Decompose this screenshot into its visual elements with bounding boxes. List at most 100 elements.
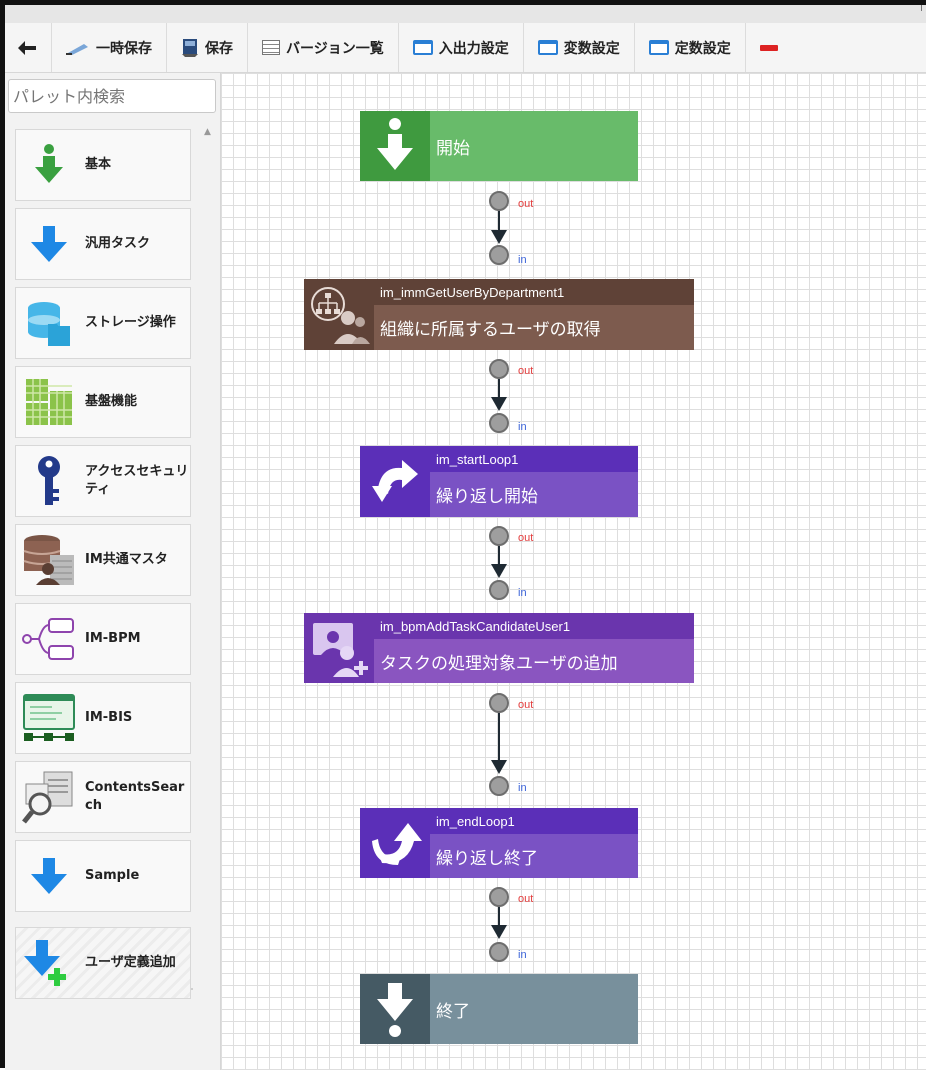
connector-arrow-icon	[491, 564, 507, 578]
palette-item-label: 基本	[85, 157, 112, 172]
end-arrow-icon	[360, 974, 430, 1044]
down-arrow-green-icon	[21, 137, 77, 193]
connector-arrow-icon	[491, 230, 507, 244]
window-icon	[412, 40, 433, 55]
port-out-label: out	[518, 365, 534, 377]
window-icon	[648, 40, 669, 55]
port-out[interactable]	[489, 693, 509, 713]
port-in-label: in	[518, 254, 527, 266]
io-settings-label: 入出力設定	[438, 40, 509, 57]
node-id: im_endLoop1	[430, 808, 638, 834]
palette-item-label: 汎用タスク	[85, 236, 151, 251]
palette-item-platform[interactable]: 基盤機能	[15, 366, 191, 438]
variable-settings-label: 変数設定	[563, 40, 620, 57]
save-icon	[182, 38, 198, 57]
connector-line[interactable]	[498, 546, 500, 565]
database-user-icon	[21, 532, 77, 588]
node-end[interactable]: 終了	[360, 974, 638, 1044]
node-add-task-candidate-user[interactable]: im_bpmAddTaskCandidateUser1 タスクの処理対象ユーザの…	[304, 613, 694, 683]
bpm-flow-icon	[21, 611, 77, 667]
palette-item-label: 基盤機能	[85, 394, 138, 409]
node-start[interactable]: 開始	[360, 111, 638, 181]
node-name: タスクの処理対象ユーザの追加	[380, 653, 618, 674]
port-out[interactable]	[489, 887, 509, 907]
connector-line[interactable]	[498, 713, 500, 761]
flow-canvas[interactable]: 開始 out in im_immGetUserByDepartment1 組織に…	[221, 73, 926, 1070]
save-button[interactable]: 保存	[167, 23, 248, 72]
node-get-user-by-department[interactable]: im_immGetUserByDepartment1 組織に所属するユーザの取得	[304, 279, 694, 350]
node-start-loop[interactable]: im_startLoop1 繰り返し開始	[360, 446, 638, 517]
port-out-label: out	[518, 699, 534, 711]
port-in[interactable]	[489, 580, 509, 600]
back-button[interactable]	[5, 23, 52, 72]
palette-item-label: IM-BPM	[85, 631, 141, 646]
user-add-icon	[304, 613, 374, 683]
node-id: im_startLoop1	[430, 446, 638, 472]
palette-item-user-defined[interactable]: ユーザ定義追加	[15, 927, 191, 999]
window-top-strip	[5, 5, 926, 23]
connector-line[interactable]	[498, 379, 500, 398]
port-in-label: in	[518, 421, 527, 433]
palette-item-label: ユーザ定義追加	[85, 955, 176, 970]
connector-arrow-icon	[491, 760, 507, 774]
temp-save-button[interactable]: 一時保存	[52, 23, 167, 72]
loop-start-icon	[360, 446, 430, 517]
palette-item-basic[interactable]: 基本	[15, 129, 191, 201]
connector-line[interactable]	[498, 211, 500, 231]
port-in[interactable]	[489, 776, 509, 796]
palette-item-sample[interactable]: Sample	[15, 840, 191, 912]
port-in-label: in	[518, 949, 527, 961]
port-out-label: out	[518, 532, 534, 544]
node-name: 繰り返し開始	[436, 487, 538, 507]
node-name: 繰り返し終了	[436, 848, 538, 869]
node-name: 終了	[436, 1001, 470, 1022]
list-icon	[262, 40, 280, 55]
connector-line[interactable]	[498, 907, 500, 926]
variable-settings-button[interactable]: 変数設定	[524, 23, 635, 72]
node-id: im_immGetUserByDepartment1	[374, 279, 694, 305]
io-settings-button[interactable]: 入出力設定	[399, 23, 524, 72]
palette-item-general-task[interactable]: 汎用タスク	[15, 208, 191, 280]
node-end-loop[interactable]: im_endLoop1 繰り返し終了	[360, 808, 638, 878]
version-list-button[interactable]: バージョン一覧	[248, 23, 399, 72]
delete-button[interactable]	[746, 23, 792, 72]
palette-search-input[interactable]	[8, 79, 216, 113]
palette-item-label: ContentsSearch	[85, 780, 185, 813]
palette-item-im-bpm[interactable]: IM-BPM	[15, 603, 191, 675]
app-window: 一時保存 保存 バージョン一覧 入出力設定 変数設定 定数設定 パレット内検索 …	[0, 0, 926, 1070]
loop-end-icon	[360, 808, 430, 878]
palette-item-label: ストレージ操作	[85, 315, 176, 330]
pen-icon	[66, 43, 88, 55]
start-arrow-icon	[360, 111, 430, 181]
port-out-label: out	[518, 198, 534, 210]
palette-item-label: アクセスセキュリティ	[85, 464, 189, 497]
port-in-label: in	[518, 782, 527, 794]
port-out[interactable]	[489, 526, 509, 546]
palette-item-access-security[interactable]: アクセスセキュリティ	[15, 445, 191, 517]
palette-item-label: Sample	[85, 868, 140, 883]
key-icon	[21, 453, 77, 509]
port-out-label: out	[518, 893, 534, 905]
down-arrow-blue-icon	[21, 216, 77, 272]
search-document-icon	[21, 769, 77, 825]
port-in[interactable]	[489, 942, 509, 962]
palette-item-im-common-master[interactable]: IM共通マスタ	[15, 524, 191, 596]
port-out[interactable]	[489, 359, 509, 379]
palette-item-im-bis[interactable]: IM-BIS	[15, 682, 191, 754]
bis-window-icon	[21, 690, 77, 746]
port-in-label: in	[518, 587, 527, 599]
back-arrow-icon	[18, 40, 36, 55]
scroll-up-icon[interactable]: ▲	[204, 127, 211, 137]
constant-settings-button[interactable]: 定数設定	[635, 23, 746, 72]
org-users-icon	[304, 279, 374, 350]
window-icon	[537, 40, 558, 55]
palette-item-label: IM共通マスタ	[85, 552, 168, 567]
constant-settings-label: 定数設定	[674, 40, 731, 57]
port-in[interactable]	[489, 413, 509, 433]
save-label: 保存	[205, 40, 233, 57]
palette-item-contents-search[interactable]: ContentsSearch	[15, 761, 191, 833]
toolbar: 一時保存 保存 バージョン一覧 入出力設定 変数設定 定数設定	[5, 23, 926, 73]
port-in[interactable]	[489, 245, 509, 265]
port-out[interactable]	[489, 191, 509, 211]
palette-item-storage[interactable]: ストレージ操作	[15, 287, 191, 359]
